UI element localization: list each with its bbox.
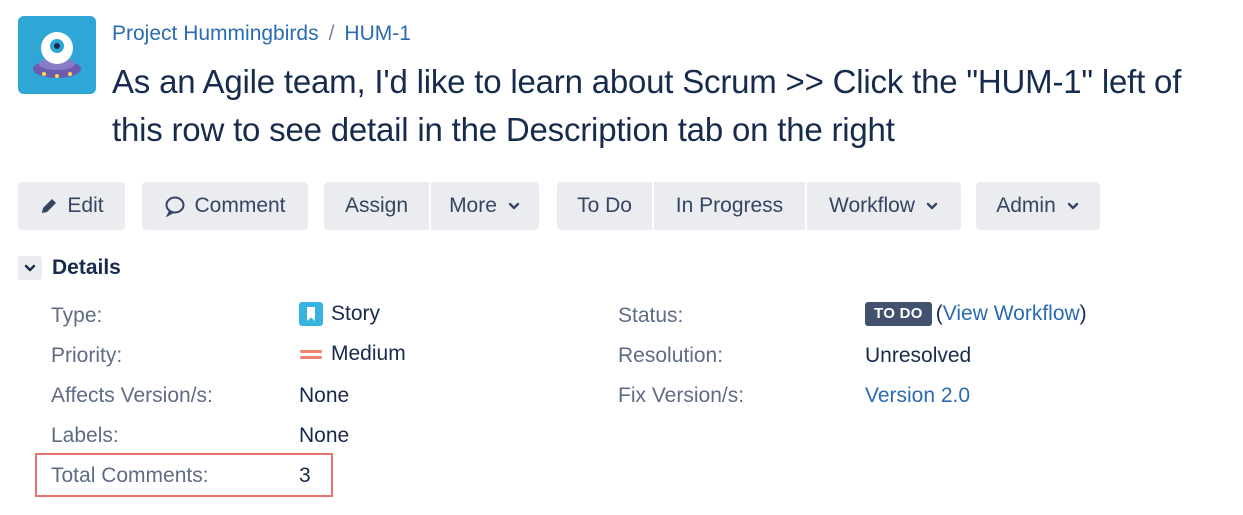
status-lozenge: TO DO — [865, 302, 932, 326]
breadcrumb-issue-key-link[interactable]: HUM-1 — [344, 22, 411, 45]
comment-button-label: Comment — [194, 194, 286, 217]
details-section-header[interactable]: Details — [18, 256, 121, 280]
chevron-down-icon — [507, 199, 521, 213]
fix-version-value: Version 2.0 — [865, 384, 970, 408]
status-label: Status: — [618, 304, 684, 327]
breadcrumb-separator: / — [328, 22, 335, 45]
assign-button[interactable]: Assign — [324, 182, 429, 230]
labels-label: Labels: — [51, 424, 119, 447]
todo-transition-label: To Do — [577, 194, 632, 217]
admin-dropdown-label: Admin — [996, 194, 1056, 217]
more-dropdown-label: More — [449, 194, 497, 217]
affects-version-value: None — [299, 384, 350, 407]
resolution-label: Resolution: — [618, 344, 724, 367]
more-dropdown[interactable]: More — [431, 182, 539, 230]
speech-bubble-icon — [164, 195, 186, 217]
in-progress-transition-button[interactable]: In Progress — [654, 182, 805, 230]
view-workflow-close-paren: ) — [1079, 302, 1087, 325]
chevron-down-icon — [1066, 199, 1080, 213]
medium-priority-icon — [299, 342, 323, 366]
chevron-down-icon — [925, 199, 939, 213]
issue-title[interactable]: As an Agile team, I'd like to learn abou… — [112, 58, 1232, 154]
workflow-dropdown-label: Workflow — [829, 194, 915, 217]
edit-button-label: Edit — [67, 194, 104, 217]
fix-version-link[interactable]: Version 2.0 — [865, 384, 970, 408]
view-workflow-link[interactable]: View Workflow — [943, 302, 1080, 326]
details-heading: Details — [52, 256, 121, 279]
priority-value-text: Medium — [331, 342, 406, 365]
view-workflow-open-paren: ( — [935, 302, 943, 325]
pencil-icon — [39, 196, 59, 216]
admin-dropdown[interactable]: Admin — [976, 182, 1100, 230]
comment-button[interactable]: Comment — [142, 182, 308, 230]
labels-value: None — [299, 424, 350, 447]
workflow-dropdown[interactable]: Workflow — [807, 182, 961, 230]
type-value: Story — [299, 302, 380, 326]
edit-button[interactable]: Edit — [18, 182, 125, 230]
in-progress-transition-label: In Progress — [675, 194, 784, 217]
collapse-toggle[interactable] — [18, 256, 42, 280]
project-avatar-icon[interactable] — [18, 16, 96, 94]
fix-version-label: Fix Version/s: — [618, 384, 745, 407]
total-comments-highlight — [35, 453, 333, 497]
breadcrumb-project-link[interactable]: Project Hummingbirds — [112, 22, 319, 45]
priority-value: Medium — [299, 342, 406, 366]
status-value: TO DO (View Workflow) — [865, 302, 1087, 326]
affects-version-label: Affects Version/s: — [51, 384, 213, 407]
todo-transition-button[interactable]: To Do — [557, 182, 652, 230]
type-label: Type: — [51, 304, 103, 327]
breadcrumb: Project Hummingbirds / HUM-1 — [112, 21, 411, 47]
type-value-text: Story — [331, 302, 381, 325]
chevron-down-icon — [24, 264, 36, 272]
assign-button-label: Assign — [344, 194, 409, 217]
priority-label: Priority: — [51, 344, 123, 367]
bookmark-icon — [299, 302, 323, 326]
resolution-value: Unresolved — [865, 344, 972, 367]
